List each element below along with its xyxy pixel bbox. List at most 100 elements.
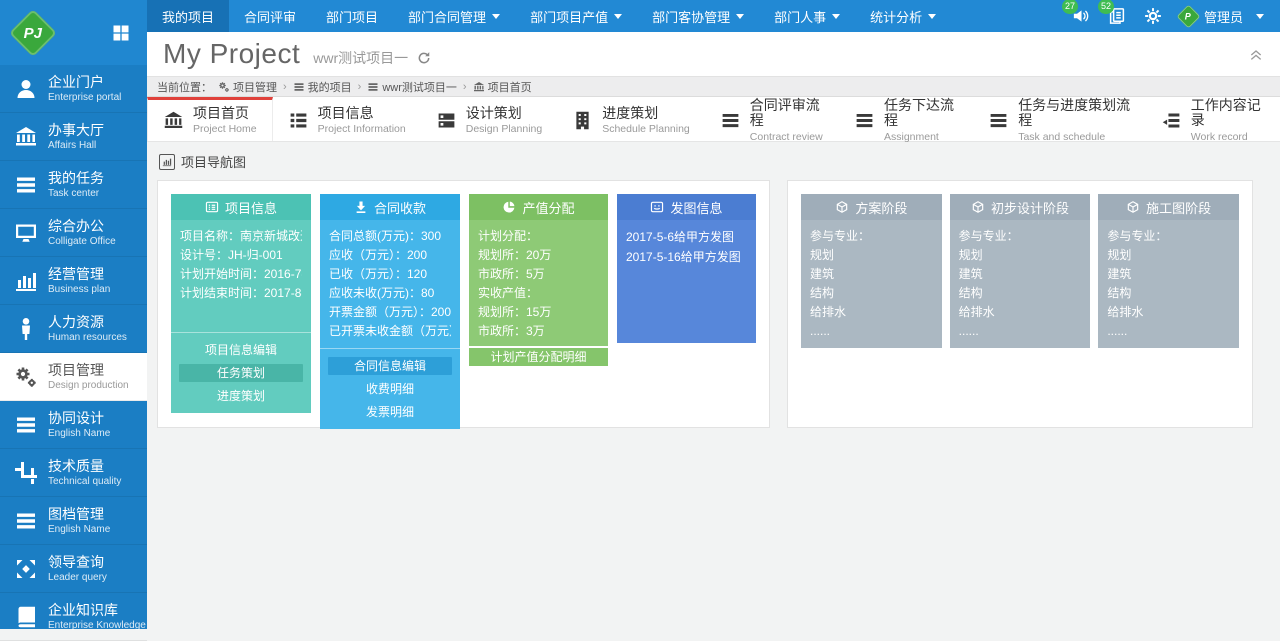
apps-grid-icon[interactable] — [111, 23, 131, 43]
chevron-down-icon — [614, 14, 622, 19]
sidebar-item-sublabel: English Name — [48, 428, 110, 440]
topnav-contract-review[interactable]: 合同评审 — [229, 0, 311, 32]
fee-detail-button[interactable]: 收费明细 — [328, 380, 452, 398]
sidebar-item-sublabel: Design production — [48, 380, 129, 392]
sidebar-item-sublabel: Enterprise portal — [48, 92, 121, 104]
invoiced-line: 开票金额（万元）：200 — [329, 303, 451, 322]
refresh-icon[interactable] — [417, 51, 431, 65]
chart-icon — [159, 154, 175, 170]
monitor-icon — [13, 221, 39, 245]
sidebar-item-project-management[interactable]: 项目管理Design production — [0, 353, 147, 401]
card-drawing-info: 发图信息 2017-5-6给甲方发图 2017-5-16给甲方发图 — [617, 194, 756, 343]
topnav-department-hr[interactable]: 部门人事 — [759, 0, 855, 32]
bars-icon — [367, 81, 379, 93]
image-icon — [650, 200, 664, 214]
sidebar-item-colligate-office[interactable]: 综合办公Colligate Office — [0, 209, 147, 257]
breadcrumb-item[interactable]: 项目首页 — [488, 79, 532, 95]
topnav-statistics[interactable]: 统计分析 — [855, 0, 951, 32]
section-title: 项目导航图 — [181, 152, 246, 171]
sidebar-item-sublabel: Affairs Hall — [48, 140, 104, 152]
card-project-info: 项目信息 项目名称：南京新城改造项目 设计号：JH-归-001 计划开始时间：2… — [171, 194, 311, 413]
gears-icon — [13, 365, 39, 389]
pie-chart-icon — [502, 200, 516, 214]
project-info-edit-button[interactable]: 项目信息编辑 — [179, 341, 303, 359]
server-icon — [436, 110, 457, 131]
topnav-department-output[interactable]: 部门项目产值 — [515, 0, 637, 32]
breadcrumb-item[interactable]: 我的项目 — [308, 79, 352, 95]
card-output-header: 产值分配 — [469, 194, 608, 220]
content-area: 项目导航图 项目信息 项目名称：南京新城改造项目 设计号：JH-归-001 计划… — [147, 142, 1280, 437]
tab-work-record[interactable]: 工作内容记录Work record — [1146, 97, 1280, 141]
document-icon[interactable]: 52 — [1108, 7, 1126, 25]
output-distribution-detail-button[interactable]: 计划产值分配明细 — [469, 348, 608, 366]
schedule-planning-button[interactable]: 进度策划 — [179, 387, 303, 405]
tab-design-planning[interactable]: 设计策划Design Planning — [421, 97, 557, 141]
main-area: 我的项目 合同评审 部门项目 部门合同管理 部门项目产值 部门客协管理 部门人事… — [147, 0, 1280, 629]
card-contract-collection: 合同收款 合同总额(万元)：300 应收（万元）：200 已收（万元）：120 … — [320, 194, 460, 413]
sidebar-item-sublabel: English Name — [48, 524, 110, 536]
tab-assignment-flow[interactable]: 任务下达流程Assignment — [839, 97, 973, 141]
bank-icon — [163, 110, 184, 131]
sidebar-item-technical-quality[interactable]: 技术质量Technical quality — [0, 449, 147, 497]
gear-icon[interactable] — [1144, 7, 1162, 25]
task-planning-button[interactable]: 任务策划 — [179, 364, 303, 382]
breadcrumb-item[interactable]: 项目管理 — [233, 79, 277, 95]
sidebar-item-label: 我的任务 — [48, 170, 104, 186]
tab-task-schedule-flow[interactable]: 任务与进度策划流程Task and schedule — [973, 97, 1146, 141]
project-name: wwr测试项目一 — [313, 48, 408, 68]
page-header: My Project wwr测试项目一 — [147, 32, 1280, 76]
breadcrumb-separator — [358, 81, 362, 93]
sidebar-item-enterprise-knowledge[interactable]: 企业知识库Enterprise Knowledge — [0, 593, 147, 641]
topnav-my-projects[interactable]: 我的项目 — [147, 0, 229, 32]
announcement-icon[interactable]: 27 — [1072, 7, 1090, 25]
topnav-department-contract-management[interactable]: 部门合同管理 — [393, 0, 515, 32]
tab-contract-review-flow[interactable]: 合同评审流程Contract review — [705, 97, 839, 141]
sidebar-item-business-plan[interactable]: 经营管理 Business plan — [0, 257, 147, 305]
sidebar-item-enterprise-portal[interactable]: 企业门户Enterprise portal — [0, 65, 147, 113]
design-no-line: 设计号：JH-归-001 — [180, 246, 302, 265]
section-title-row: 项目导航图 — [159, 152, 1270, 171]
sidebar-item-archive-management[interactable]: 图档管理English Name — [0, 497, 147, 545]
box-icon — [971, 200, 985, 214]
tab-project-home[interactable]: 项目首页Project Home — [147, 97, 273, 141]
sidebar-item-affairs-hall[interactable]: 办事大厅Affairs Hall — [0, 113, 147, 161]
drawing-record: 2017-5-6给甲方发图 — [626, 227, 747, 247]
book-icon — [13, 605, 39, 629]
sidebar-item-collaborative-design[interactable]: 协同设计 English Name — [0, 401, 147, 449]
sidebar-item-leader-query[interactable]: 领导查询Leader query — [0, 545, 147, 593]
sidebar-item-sublabel: Business plan — [48, 284, 110, 296]
card-drawing-header: 发图信息 — [617, 194, 756, 220]
app-logo[interactable]: PJ — [9, 8, 57, 56]
sidebar: PJ 企业门户Enterprise portal 办事大厅Affairs Hal… — [0, 0, 147, 629]
sidebar-item-label: 经营管理 — [48, 266, 110, 282]
sidebar-item-label: 协同设计 — [48, 410, 110, 426]
contract-total-line: 合同总额(万元)：300 — [329, 227, 451, 246]
breadcrumb-item[interactable]: wwr测试项目一 — [382, 79, 457, 95]
invoiced-unpaid-line: 已开票未收金额（万元）：80 — [329, 322, 451, 341]
sidebar-item-task-center[interactable]: 我的任务Task center — [0, 161, 147, 209]
sidebar-item-label: 企业知识库 — [48, 602, 146, 618]
topnav-department-customer-management[interactable]: 部门客协管理 — [637, 0, 759, 32]
bars-icon — [13, 413, 39, 437]
sidebar-item-sublabel: Human resources — [48, 332, 127, 344]
tab-schedule-planning[interactable]: 进度策划Schedule Planning — [557, 97, 705, 141]
tab-project-information[interactable]: 项目信息Project Information — [273, 97, 421, 141]
bars-icon — [854, 110, 875, 131]
invoice-detail-button[interactable]: 发票明细 — [328, 403, 452, 421]
chevron-down-icon — [832, 14, 840, 19]
topnav-department-projects[interactable]: 部门项目 — [311, 0, 393, 32]
user-menu[interactable]: P 管理员 — [1180, 7, 1264, 26]
sidebar-logo-area: PJ — [0, 0, 147, 65]
card-output-distribution: 产值分配 计划分配： 规划所：20万 市政所：5万 实收产值： 规划所：15万 … — [469, 194, 608, 414]
crop-icon — [13, 461, 39, 485]
sidebar-item-human-resources[interactable]: 人力资源 Human resources — [0, 305, 147, 353]
collapse-up-icon[interactable] — [1248, 46, 1264, 62]
outstanding-line: 应收未收(万元)：80 — [329, 284, 451, 303]
bars-icon — [293, 81, 305, 93]
sidebar-item-label: 人力资源 — [48, 314, 127, 330]
bank-icon — [13, 125, 39, 149]
person-icon — [13, 317, 39, 341]
contract-info-edit-button[interactable]: 合同信息编辑 — [328, 357, 452, 375]
bank-icon — [473, 81, 485, 93]
arrows-icon — [13, 557, 39, 581]
